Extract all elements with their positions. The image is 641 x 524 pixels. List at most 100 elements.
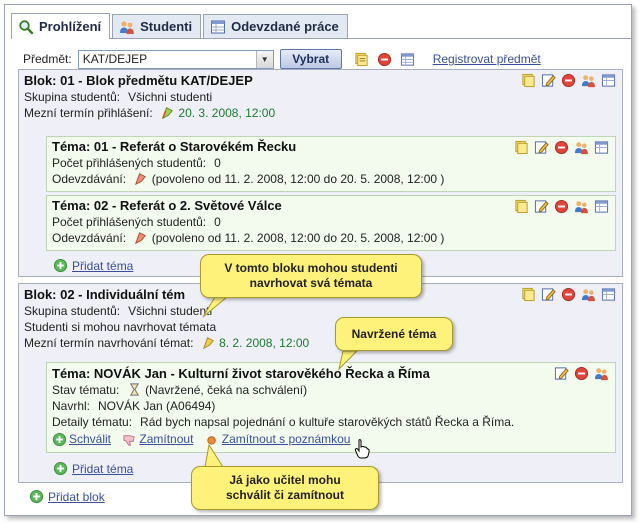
hand-cursor-icon [354, 439, 370, 459]
details-label: Detaily tématu: [52, 415, 133, 429]
tab-bar: Prohlížení Studenti Odevzdané práce [11, 13, 631, 39]
approve-link[interactable]: Schválit [69, 431, 111, 447]
flag-icon [135, 173, 147, 186]
edit-icon[interactable] [541, 73, 556, 88]
users-icon[interactable] [574, 140, 589, 155]
reject-link[interactable]: Zamítnout [139, 431, 193, 447]
edit-icon[interactable] [534, 199, 549, 214]
plus-icon [53, 461, 68, 476]
topic-actions [514, 140, 609, 155]
tab-label: Prohlížení [39, 19, 102, 34]
tab-label: Studenti [140, 19, 193, 34]
flag-icon [202, 337, 214, 350]
users-icon [120, 20, 134, 34]
add-block-link[interactable]: Přidat blok [48, 490, 105, 504]
block-actions [521, 73, 616, 88]
callout-block-note: V tomto bloku mohou studenti navrhovat s… [200, 254, 422, 298]
delete-icon[interactable] [561, 287, 576, 302]
subject-select[interactable]: KAT/DEJEP ▼ [77, 49, 274, 69]
notes-icon[interactable] [514, 199, 529, 214]
topic-actions [514, 199, 609, 214]
tab-odevzdane-prace[interactable]: Odevzdané práce [203, 14, 348, 38]
submit-value: (povoleno od 11. 2. 2008, 12:00 do 20. 5… [151, 172, 445, 186]
subject-toolbar: Předmět: KAT/DEJEP ▼ Vybrat Registrovat … [23, 49, 541, 69]
block-01: Blok: 01 - Blok předmětu KAT/DEJEP Skupi… [18, 69, 623, 277]
select-button[interactable]: Vybrat [279, 49, 342, 69]
state-label: Stav tématu: [52, 383, 120, 397]
group-label: Skupina studentů: [24, 304, 121, 318]
table-icon[interactable] [594, 140, 609, 155]
delete-icon[interactable] [554, 199, 569, 214]
group-value: Všichni studenti [128, 304, 213, 318]
add-topic-row: Přidat téma [53, 461, 133, 476]
block-actions [521, 287, 616, 302]
plus-icon [53, 258, 68, 273]
magnifier-icon [19, 19, 34, 34]
callout-teacher: Já jako učitel mohu schválit či zamítnou… [191, 466, 379, 510]
state-value: (Navržené, čeká na schválení) [145, 383, 308, 397]
register-subject-link[interactable]: Registrovat předmět [433, 52, 541, 66]
block-02: Blok: 02 - Individuální tém Skupina stud… [18, 283, 623, 483]
delete-icon[interactable] [554, 140, 569, 155]
block-title: Blok: 01 - Blok předmětu KAT/DEJEP [24, 73, 253, 88]
author-value: NOVÁK Jan (A06494) [98, 399, 216, 413]
deadline-value: 8. 2. 2008, 12:00 [219, 336, 310, 350]
notes-icon[interactable] [514, 140, 529, 155]
topic-decision-actions: Schválit Zamítnout Zamítnout s poznámkou [52, 431, 615, 447]
subject-select-value: KAT/DEJEP [82, 52, 148, 66]
proposed-topic: Téma: NOVÁK Jan - Kulturní život starově… [46, 362, 616, 453]
table-icon[interactable] [400, 52, 415, 67]
table-icon [211, 20, 226, 33]
table-icon[interactable] [601, 73, 616, 88]
note-icon [207, 435, 216, 445]
submit-value: (povoleno od 11. 2. 2008, 12:00 do 20. 5… [151, 231, 445, 245]
reject-with-note-link[interactable]: Zamítnout s poznámkou [222, 431, 351, 447]
tab-prohlizeni[interactable]: Prohlížení [11, 13, 111, 39]
delete-icon[interactable] [561, 73, 576, 88]
edit-icon[interactable] [554, 366, 569, 381]
edit-icon[interactable] [534, 140, 549, 155]
topic-title: Téma: NOVÁK Jan - Kulturní život starově… [52, 366, 430, 381]
count-label: Počet přihlášených studentů: [52, 156, 207, 170]
flag-icon [162, 107, 173, 120]
count-label: Počet přihlášených studentů: [52, 215, 207, 229]
deadline-label: Mezní termín přihlášení: [24, 106, 153, 120]
submit-label: Odevzdávání: [52, 172, 127, 186]
users-icon[interactable] [581, 73, 596, 88]
edit-icon[interactable] [541, 287, 556, 302]
group-label: Skupina studentů: [24, 90, 121, 104]
notes-icon[interactable] [354, 52, 369, 67]
count-value: 0 [214, 156, 221, 170]
chevron-down-icon[interactable]: ▼ [255, 50, 273, 68]
users-icon[interactable] [594, 366, 609, 381]
users-icon[interactable] [581, 287, 596, 302]
delete-icon[interactable] [377, 52, 392, 67]
application-window: Prohlížení Studenti Odevzdané práce Před… [4, 4, 632, 516]
delete-icon[interactable] [574, 366, 589, 381]
count-value: 0 [214, 215, 221, 229]
thumbs-down-icon [123, 434, 136, 446]
deadline-label: Mezní termín navrhování témat: [24, 336, 194, 350]
subject-label: Předmět: [23, 52, 72, 66]
table-icon[interactable] [601, 287, 616, 302]
tab-label: Odevzdané práce [231, 19, 339, 34]
plus-icon [29, 489, 44, 504]
notes-icon[interactable] [521, 73, 536, 88]
submit-label: Odevzdávání: [52, 231, 127, 245]
callout-proposed-topic: Navržené téma [335, 317, 453, 351]
topic-actions [554, 366, 609, 381]
add-topic-link[interactable]: Přidat téma [72, 259, 133, 273]
add-block-row: Přidat blok [29, 489, 105, 504]
users-icon[interactable] [574, 199, 589, 214]
tab-studenti[interactable]: Studenti [112, 14, 202, 38]
proposal-note: Studenti si mohou navrhovat témata [24, 320, 217, 334]
flag-icon [135, 232, 147, 245]
topic-02: Téma: 02 - Referát o 2. Světové Válce Po… [46, 195, 616, 251]
topic-01: Téma: 01 - Referát o Starovékém Řecku Po… [46, 136, 616, 192]
hourglass-icon [129, 383, 139, 396]
add-topic-link[interactable]: Přidat téma [72, 462, 133, 476]
notes-icon[interactable] [521, 287, 536, 302]
table-icon[interactable] [594, 199, 609, 214]
author-label: Navrhl: [52, 399, 91, 413]
details-value: Rád bych napsal pojednání o kultuře star… [140, 415, 515, 429]
